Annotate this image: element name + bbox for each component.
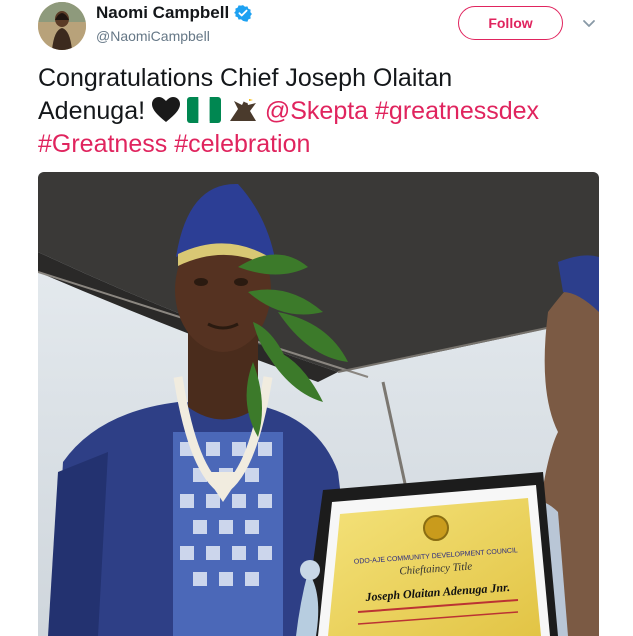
tweet-text-line1: Congratulations Chief Joseph Olaitan [38,64,453,92]
nigeria-flag-icon [186,97,221,123]
tweet-text-line2: Adenuga! [38,97,146,125]
black-heart-icon [152,97,180,122]
follow-button[interactable]: Follow [458,6,563,40]
hashtag-link[interactable]: #celebration [174,130,310,158]
tweet-photo[interactable]: ODO-AJE COMMUNITY DEVELOPMENT COUNCIL Ch… [38,172,599,636]
avatar[interactable] [38,2,86,50]
tweet-line-1: Congratulations Chief Joseph Olaitan [38,62,598,95]
hashtag-link[interactable]: #greatnessdex [375,97,539,125]
display-name[interactable]: Naomi Campbell [96,3,229,23]
user-handle[interactable]: @NaomiCampbell [96,28,210,44]
mention-link[interactable]: @Skepta [265,97,368,125]
tweet-line-2: Adenuga! @Skepta #greatnessdex [38,95,598,128]
verified-badge-icon [234,5,253,22]
eagle-icon [229,96,256,121]
photo-chieftaincy-ceremony-icon: ODO-AJE COMMUNITY DEVELOPMENT COUNCIL Ch… [38,172,599,636]
hashtag-link[interactable]: #Greatness [38,130,167,158]
tweet-text: Congratulations Chief Joseph Olaitan Ade… [38,62,598,161]
profile-photo-icon [38,2,86,50]
tweet-header: Naomi Campbell @NaomiCampbell Follow [0,0,633,56]
tweet-line-3: #Greatness #celebration [38,128,598,161]
chevron-down-icon[interactable] [580,14,598,32]
